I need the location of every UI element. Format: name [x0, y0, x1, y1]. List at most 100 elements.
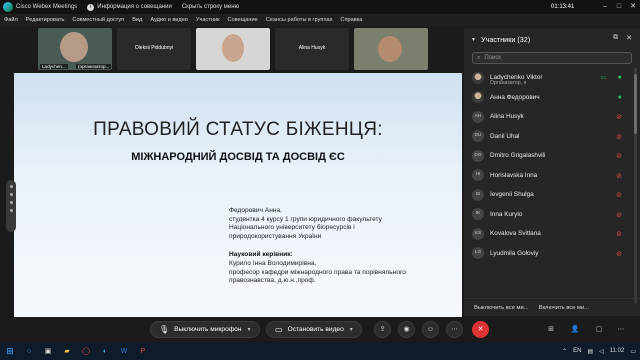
supervisor-line: професор кафедри міжнародного права та п… — [229, 268, 406, 276]
mic-muted-icon[interactable]: ⊘ — [616, 191, 622, 199]
mic-muted-icon[interactable]: ⊘ — [616, 211, 622, 219]
app-title: Cisco Webex Meetings — [16, 4, 78, 10]
search-icon[interactable]: ○ — [21, 344, 37, 358]
video-on-icon[interactable]: ▭ — [600, 74, 606, 81]
participant-row[interactable]: KS Kovalova Svitlana ⊘ — [464, 224, 632, 244]
more-panels-icon[interactable]: ⋯ — [614, 323, 628, 337]
participant-row[interactable]: IS Ievgenii Shulga ⊘ — [464, 185, 632, 205]
menu-meeting[interactable]: Совещание — [228, 17, 258, 23]
volume-icon[interactable]: ◁ — [599, 348, 604, 355]
more-options-icon[interactable]: ⋯ — [446, 321, 463, 338]
menu-participant[interactable]: Участник — [196, 17, 220, 23]
maximize-icon[interactable]: □ — [612, 0, 626, 14]
supervisor-line: Курило Інна Володимирівна, — [229, 260, 317, 267]
webex-logo-icon — [3, 2, 13, 12]
participant-list: Ladychenko Viktor Организатор, я ▭ ● Анн… — [464, 68, 632, 263]
menu-breakout[interactable]: Сеансы работы в группах — [266, 17, 333, 23]
participant-row[interactable]: HI Horislavska Inna ⊘ — [464, 166, 632, 186]
mic-muted-icon[interactable]: ⊘ — [616, 250, 622, 258]
menu-audio-video[interactable]: Аудио и видео — [150, 17, 188, 23]
author-line: природокористування України — [229, 232, 322, 240]
network-icon[interactable]: ▤ — [587, 348, 593, 355]
slide-subtitle: МІЖНАРОДНИЙ ДОСВІД ТА ДОСВІД ЄС — [131, 151, 345, 163]
powerpoint-icon[interactable]: P — [135, 344, 151, 358]
scrollbar-thumb[interactable] — [634, 74, 637, 134]
participant-name: Анна Федорович — [490, 93, 540, 101]
title-bar: Cisco Webex Meetings i Информация о сове… — [0, 0, 640, 14]
participant-row[interactable]: Анна Федорович ● — [464, 88, 632, 108]
participants-icon[interactable]: 👤 — [568, 323, 582, 337]
video-tile-alina[interactable]: Alina Husyk — [275, 28, 349, 70]
participant-name: Kovalova Svitlana — [490, 230, 541, 238]
collapse-chevron-icon[interactable]: ▾ — [472, 36, 475, 43]
video-tile-5[interactable] — [354, 28, 428, 70]
participant-row[interactable]: LG Lyudmila Goloviy ⊘ — [464, 244, 632, 264]
participants-header: ▾ Участники (32) ⧉ ✕ — [464, 28, 640, 50]
file-explorer-icon[interactable]: ▰ — [59, 344, 75, 358]
pop-out-icon[interactable]: ⧉ — [613, 34, 618, 42]
notifications-icon[interactable]: ▭ — [630, 348, 636, 355]
mic-muted-icon[interactable]: ⊘ — [616, 230, 622, 238]
video-tile-name: Oleksii Piddubnyi — [134, 45, 174, 51]
mic-muted-icon[interactable]: ⊘ — [616, 133, 622, 141]
mute-button[interactable]: 🎙 Выключить микрофон ▾ — [150, 321, 260, 338]
participant-row[interactable]: Ladychenko Viktor Организатор, я ▭ ● — [464, 68, 632, 88]
participant-row[interactable]: DG Dmitro Grigalashvili ⊘ — [464, 146, 632, 166]
word-icon[interactable]: W — [116, 344, 132, 358]
info-icon: i — [87, 3, 95, 11]
mic-muted-icon[interactable]: ⊘ — [616, 152, 622, 160]
slide-author: Федорович Анна, студентка 4 курсу 1 груп… — [229, 207, 382, 241]
menu-share[interactable]: Совместный доступ — [72, 17, 124, 23]
close-icon[interactable]: ✕ — [626, 0, 640, 14]
chevron-down-icon[interactable]: ▾ — [247, 326, 250, 333]
minimize-icon[interactable]: – — [598, 0, 612, 14]
menu-file[interactable]: Файл — [4, 17, 18, 23]
chevron-down-icon[interactable]: ▾ — [350, 326, 353, 333]
task-view-icon[interactable]: ▣ — [40, 344, 56, 358]
hide-menu-button[interactable]: Скрыть строку меню — [182, 4, 239, 10]
participant-row[interactable]: DU Danil Uhal ⊘ — [464, 127, 632, 147]
windows-start-icon[interactable]: ⊞ — [2, 344, 18, 358]
language-indicator[interactable]: EN — [573, 348, 581, 354]
participant-row[interactable]: IK Inna Kurylo ⊘ — [464, 205, 632, 225]
end-meeting-button[interactable]: ✕ — [472, 321, 489, 338]
participant-row[interactable]: AH Alina Husyk ⊘ — [464, 107, 632, 127]
tray-chevron-icon[interactable]: ⌃ — [562, 348, 567, 355]
webex-taskbar-icon[interactable]: ◐ — [97, 344, 113, 358]
clock[interactable]: 11:02 — [610, 348, 625, 354]
close-panel-icon[interactable]: ✕ — [626, 34, 632, 42]
share-icon[interactable]: ⇪ — [374, 321, 391, 338]
participant-name: Ievgenii Shulga — [490, 191, 534, 199]
mic-on-icon[interactable]: ● — [618, 94, 622, 101]
chat-icon[interactable]: ▢ — [592, 323, 606, 337]
mic-muted-icon[interactable]: ⊘ — [616, 113, 622, 121]
mute-all-button[interactable]: Выключить все ми... — [474, 305, 529, 311]
stop-video-button[interactable]: ▭ Остановить видео ▾ — [266, 321, 362, 338]
menu-view[interactable]: Вид — [132, 17, 142, 23]
participant-search[interactable]: ⌕ Поиск — [472, 52, 632, 64]
video-tile-host[interactable]: Ladychen... (организатор... — [38, 28, 112, 70]
participant-name: Dmitro Grigalashvili — [490, 152, 546, 160]
meeting-info-button[interactable]: i Информация о совещании — [87, 3, 172, 11]
menu-edit[interactable]: Редактировать — [26, 17, 65, 23]
slide-supervisor: Курило Інна Володимирівна, професор кафе… — [229, 260, 406, 286]
author-line: студентка 4 курсу 1 групи юридичного фак… — [229, 215, 382, 223]
reactions-icon[interactable]: ☺ — [422, 321, 439, 338]
mute-label: Выключить микрофон — [174, 326, 242, 333]
breakout-icon[interactable]: ⊞ — [544, 323, 558, 337]
video-tile-anna[interactable] — [196, 28, 270, 70]
video-tile-oleksii[interactable]: Oleksii Piddubnyi — [117, 28, 191, 70]
mic-on-icon[interactable]: ● — [618, 74, 622, 81]
participant-name: Alina Husyk — [490, 113, 524, 121]
meeting-timer: 01:13:41 — [551, 4, 575, 10]
system-tray: ⌃ EN ▤ ◁ 11:02 ▭ — [562, 342, 636, 360]
recording-icon[interactable]: ◉ — [398, 321, 415, 338]
opera-icon[interactable]: ◯ — [78, 344, 94, 358]
mic-muted-icon[interactable]: ⊘ — [616, 172, 622, 180]
handle-dot — [9, 193, 13, 196]
menu-help[interactable]: Справка — [340, 17, 362, 23]
drag-handle[interactable] — [6, 180, 16, 232]
participant-scrollbar[interactable] — [634, 68, 637, 304]
supervisor-line: правознавства, д.ю.н.,проф. — [229, 277, 316, 285]
unmute-all-button[interactable]: Включить все ми... — [539, 305, 589, 311]
